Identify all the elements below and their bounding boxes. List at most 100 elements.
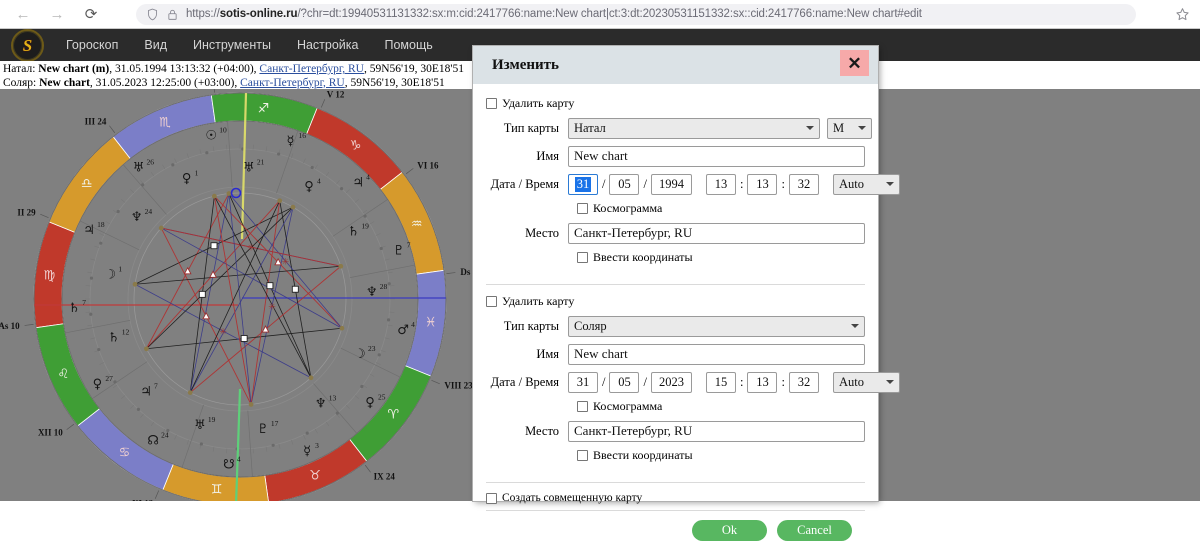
cosmogram-label-1: Космограмма [593,201,662,216]
day-input-1[interactable]: 31 [568,174,598,195]
section-divider-1 [486,284,865,285]
nav-item-vid[interactable]: Вид [144,38,167,52]
datetime-row-2: Дата / Время 31 / 05 / 2023 15 : 13 : 32… [486,371,865,393]
address-bar[interactable]: https://sotis-online.ru/?chr=dt:19940531… [136,4,1136,25]
back-button[interactable]: ← [6,1,40,27]
date-sep-3: / [598,375,609,390]
svg-text:♎: ♎ [81,176,93,191]
svg-text:12: 12 [122,327,130,336]
time-sep-4: : [777,375,788,390]
coords-checkbox-1[interactable] [577,252,588,263]
lock-icon [166,8,179,21]
place-input-1[interactable] [568,223,865,244]
bookmark-button[interactable] [1164,1,1200,27]
name-label-1: Имя [486,149,568,164]
svg-text:4: 4 [411,320,415,329]
coords-checkbox-2[interactable] [577,450,588,461]
nav-item-goroskop[interactable]: Гороскоп [66,38,118,52]
name-input-2[interactable] [568,344,865,365]
svg-text:1: 1 [118,264,122,273]
place-input-2[interactable] [568,421,865,442]
delete-chart-row-1[interactable]: Удалить карту [486,96,865,111]
name-row-1: Имя [486,145,865,167]
timezone-value-2: Auto [839,375,864,390]
reload-button[interactable]: ⟳ [74,1,108,27]
minute-input-1[interactable]: 13 [747,174,777,195]
svg-text:19: 19 [361,221,369,230]
second-input-1[interactable]: 32 [789,174,819,195]
shield-icon [146,8,159,21]
svg-text:♆: ♆ [131,210,143,225]
coords-row-2[interactable]: Ввести координаты [577,448,865,463]
chart-type-row-2: Тип карты Соляр [486,315,865,337]
svg-text:♃: ♃ [352,175,364,190]
svg-text:19: 19 [208,415,216,424]
cancel-button[interactable]: Cancel [777,520,852,541]
datetime-label-2: Дата / Время [486,375,568,390]
time-sep-2: : [777,177,788,192]
chart-type-select-2[interactable]: Соляр [568,316,865,337]
year-input-1[interactable]: 1994 [651,174,692,195]
combined-chart-row[interactable]: Создать совмещенную карту [486,492,865,504]
month-input-2[interactable]: 05 [609,372,639,393]
solar-prefix: Соляр: [3,77,36,89]
svg-text:27: 27 [105,374,113,383]
star-icon [1175,7,1190,22]
day-input-2[interactable]: 31 [568,372,598,393]
combined-chart-checkbox[interactable] [486,493,497,504]
url-text: https://sotis-online.ru/?chr=dt:19940531… [186,8,922,20]
svg-text:☿: ☿ [286,134,294,149]
hour-input-2[interactable]: 15 [706,372,736,393]
svg-text:♀: ♀ [365,395,375,410]
solar-place-link[interactable]: Санкт-Петербург, RU [240,77,345,89]
second-input-2[interactable]: 32 [789,372,819,393]
natal-prefix: Натал: [3,63,35,75]
nav-item-pomosch[interactable]: Помощь [385,38,433,52]
natal-name: New chart (m) [38,63,109,75]
year-input-2[interactable]: 2023 [651,372,692,393]
ok-button[interactable]: Ok [692,520,767,541]
delete-chart-checkbox-2[interactable] [486,296,497,307]
delete-chart-row-2[interactable]: Удалить карту [486,294,865,309]
cosmogram-row-2[interactable]: Космограмма [577,399,865,414]
dialog-header: Изменить ✕ [473,46,878,84]
timezone-select-1[interactable]: Auto [833,174,900,195]
chart-type-select-1[interactable]: Натал [568,118,820,139]
natal-coords: , 59N56'19, 30E18'51 [364,63,464,75]
svg-text:23: 23 [368,344,376,353]
chart-type-value-2: Соляр [574,319,607,334]
gender-select-1[interactable]: M [827,118,872,139]
coords-row-1[interactable]: Ввести координаты [577,250,865,265]
close-icon[interactable]: ✕ [840,50,869,76]
delete-chart-label-2: Удалить карту [502,294,574,309]
solar-chart-section: Удалить карту Тип карты Соляр Имя Дат [486,294,865,475]
cosmogram-checkbox-2[interactable] [577,401,588,412]
cosmogram-checkbox-1[interactable] [577,203,588,214]
cosmogram-row-1[interactable]: Космограмма [577,201,865,216]
svg-text:☽: ☽ [354,347,366,362]
svg-text:♅: ♅ [243,160,255,175]
hour-input-1[interactable]: 13 [706,174,736,195]
svg-text:4: 4 [317,176,321,185]
svg-text:IX 24: IX 24 [374,471,396,481]
minute-input-2[interactable]: 13 [747,372,777,393]
chevron-down-icon [886,380,894,384]
delete-chart-checkbox-1[interactable] [486,98,497,109]
logo-letter: S [23,37,32,54]
svg-text:♓: ♓ [425,315,437,330]
svg-text:III 24: III 24 [85,117,107,127]
url-bar-container: https://sotis-online.ru/?chr=dt:19940531… [108,4,1164,25]
nav-item-instrumenty[interactable]: Инструменты [193,38,271,52]
forward-button[interactable]: → [40,1,74,27]
site-logo[interactable]: S [11,29,44,62]
name-input-1[interactable] [568,146,865,167]
timezone-select-2[interactable]: Auto [833,372,900,393]
svg-text:♉: ♉ [309,469,321,484]
nav-item-nastroyka[interactable]: Настройка [297,38,359,52]
place-row-2: Место [486,420,865,442]
svg-text:V 12: V 12 [327,90,345,100]
month-input-1[interactable]: 05 [609,174,639,195]
svg-text:28: 28 [380,282,388,291]
svg-text:3: 3 [315,441,319,450]
natal-place-link[interactable]: Санкт-Петербург, RU [259,63,364,75]
